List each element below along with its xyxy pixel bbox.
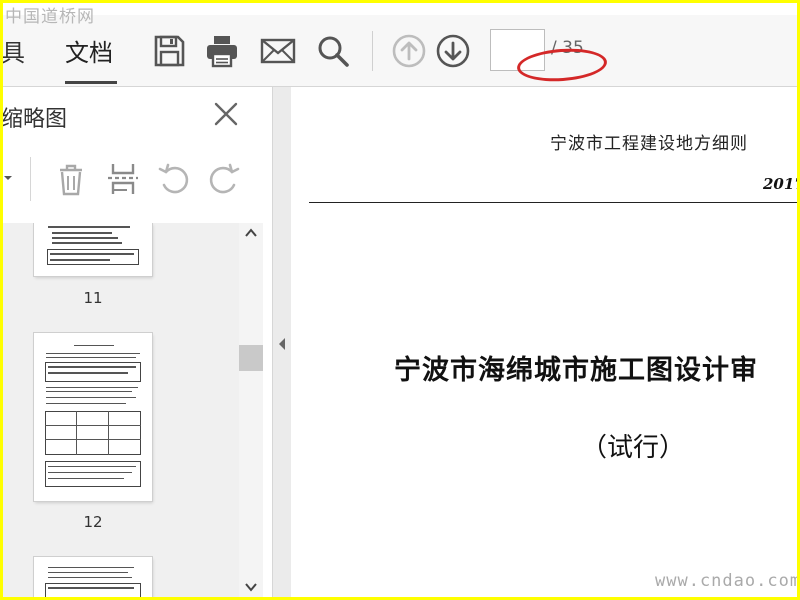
scrollbar-thumb[interactable]: [239, 345, 263, 371]
save-icon[interactable]: [151, 33, 187, 69]
close-icon[interactable]: [211, 99, 241, 129]
header-rule: [309, 202, 797, 203]
thumbnail-label: 11: [83, 289, 103, 307]
chevron-up-icon[interactable]: [243, 225, 259, 241]
thumbnail-label: 12: [83, 513, 103, 531]
document-subtitle: （试行）: [581, 433, 686, 463]
main-toolbar: 具 文档 / 35: [3, 15, 797, 87]
extract-icon[interactable]: [105, 161, 141, 197]
active-tab-indicator: [65, 81, 117, 84]
document-title: 宁波市海绵城市施工图设计审: [394, 355, 758, 386]
print-icon[interactable]: [204, 33, 240, 69]
thumbnail-list: 11 12: [3, 223, 239, 597]
email-icon[interactable]: [260, 33, 296, 69]
thumbnail-page-12[interactable]: [34, 333, 152, 501]
document-page: 宁波市工程建设地方细则 2017 宁波市海绵城市施工图设计审 （试行） www.…: [291, 87, 797, 597]
chevron-down-icon[interactable]: [3, 173, 13, 183]
toolbar-separator: [372, 31, 373, 71]
panel-collapse-strip[interactable]: [273, 87, 291, 597]
chevron-down-icon[interactable]: [243, 579, 259, 595]
thumbnail-page-11[interactable]: [34, 223, 152, 276]
thumbnail-panel: 缩略图 11 12: [3, 87, 273, 597]
search-icon[interactable]: [315, 33, 351, 69]
panel-toolbar-separator: [30, 157, 31, 201]
page-up-icon[interactable]: [391, 33, 427, 69]
menu-tools[interactable]: 具: [3, 33, 25, 68]
watermark-top: 中国道桥网: [5, 7, 95, 27]
rotate-left-icon[interactable]: [156, 161, 192, 197]
document-year: 2017: [763, 175, 797, 193]
title-bar: [3, 3, 797, 15]
menu-document[interactable]: 文档: [65, 33, 113, 68]
thumbnail-page-13[interactable]: [34, 557, 152, 597]
panel-title: 缩略图: [3, 107, 68, 132]
app-window: 中国道桥网 具 文档 / 35 缩略图 11 12 宁波市工程建设地方细则 20…: [3, 3, 797, 597]
thumbnail-scrollbar[interactable]: [239, 223, 263, 597]
watermark-bottom: www.cndao.com: [655, 571, 797, 591]
delete-icon[interactable]: [53, 161, 89, 197]
chevron-left-icon[interactable]: [277, 337, 287, 351]
rotate-right-icon[interactable]: [206, 161, 242, 197]
page-down-icon[interactable]: [435, 33, 471, 69]
document-header: 宁波市工程建设地方细则: [550, 134, 748, 154]
